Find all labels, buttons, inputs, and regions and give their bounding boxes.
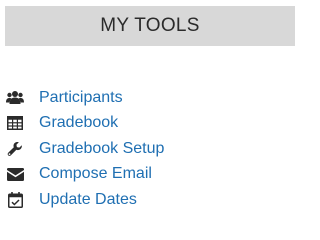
table-icon [6,114,24,132]
menu-item-gradebook[interactable]: Gradebook [6,111,164,137]
menu-item-label[interactable]: Participants [39,89,123,106]
menu-item-label[interactable]: Gradebook [39,115,118,131]
menu-item-participants[interactable]: Participants [6,85,164,111]
tools-menu: Participants Gradebook Gradebook Setup C… [6,85,164,213]
menu-item-label[interactable]: Update Dates [39,191,137,208]
menu-item-label[interactable]: Gradebook Setup [39,140,164,157]
my-tools-header: MY TOOLS [5,6,295,46]
menu-item-label[interactable]: Compose Email [39,166,152,182]
envelope-icon [6,165,24,183]
users-icon [6,89,24,107]
menu-item-update-dates[interactable]: Update Dates [6,187,164,213]
menu-item-gradebook-setup[interactable]: Gradebook Setup [6,136,164,162]
menu-item-compose-email[interactable]: Compose Email [6,162,164,188]
header-title: MY TOOLS [100,15,200,36]
wrench-icon [6,140,24,158]
calendar-check-icon [6,191,24,209]
